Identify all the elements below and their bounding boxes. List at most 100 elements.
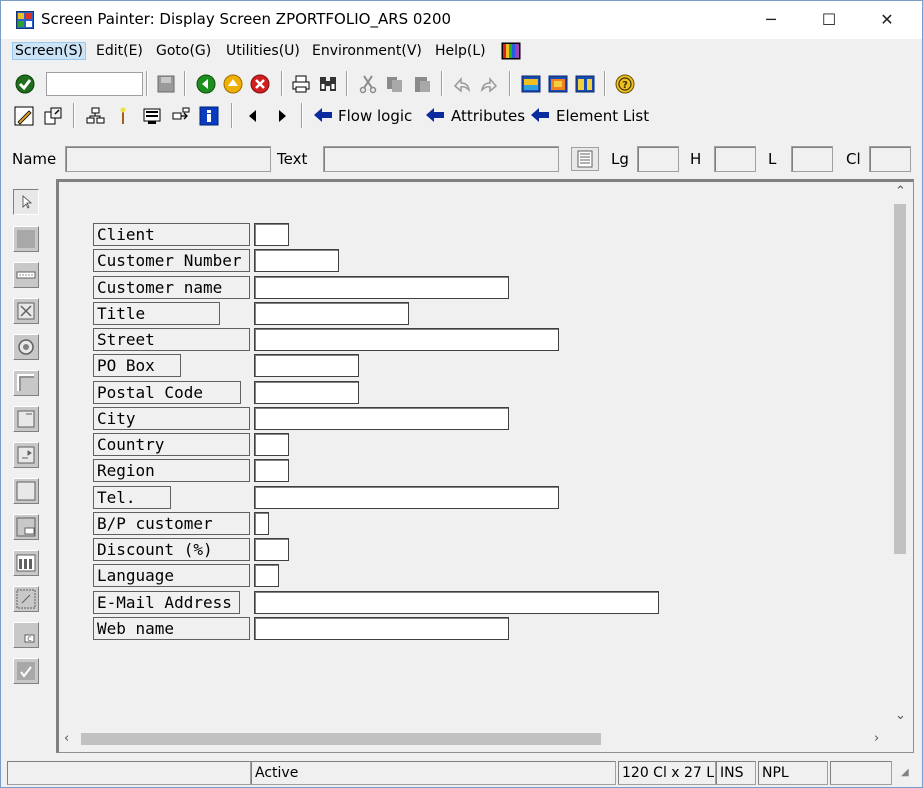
menu-environment[interactable]: Environment(V) <box>312 43 422 59</box>
back-icon[interactable] <box>196 74 216 94</box>
other-object-icon[interactable] <box>43 106 63 126</box>
vertical-scrollbar[interactable]: ⌃ ⌄ <box>889 182 911 726</box>
input-output-field[interactable] <box>254 538 289 561</box>
maximize-button[interactable]: ☐ <box>806 1 852 39</box>
field-label[interactable]: Web name <box>93 617 250 640</box>
help-icon[interactable]: ? <box>615 74 635 94</box>
text-field[interactable] <box>323 146 559 172</box>
checkbox-tool[interactable] <box>13 298 39 324</box>
custom-control-tool[interactable] <box>13 514 39 540</box>
scroll-down-icon[interactable]: ⌄ <box>895 708 906 723</box>
menu-utilities[interactable]: Utilities(U) <box>226 43 300 59</box>
line-field[interactable] <box>791 146 833 172</box>
pointer-tool[interactable] <box>13 189 39 215</box>
horizontal-scrollbar[interactable]: ‹ › <box>59 728 889 750</box>
field-label[interactable]: Country <box>93 433 250 456</box>
tabstrip-tool[interactable] <box>13 478 39 504</box>
print-icon[interactable] <box>291 74 311 94</box>
enter-check-icon[interactable] <box>15 74 35 94</box>
resize-grip-icon[interactable]: ◢ <box>901 767 909 778</box>
input-output-field[interactable] <box>254 223 289 246</box>
field-label[interactable]: E-Mail Address <box>93 591 240 614</box>
create-session-icon[interactable] <box>521 74 541 94</box>
dict-program-fields-icon[interactable] <box>171 106 191 126</box>
find-icon[interactable] <box>318 74 338 94</box>
customize-layout-icon[interactable] <box>501 42 521 60</box>
save-icon[interactable] <box>156 74 176 94</box>
flow-logic-button[interactable]: Flow logic <box>311 99 415 131</box>
scroll-up-icon[interactable]: ⌃ <box>895 184 906 199</box>
minimize-button[interactable]: ─ <box>748 1 794 39</box>
next-icon[interactable] <box>272 106 292 126</box>
table-wizard-tool[interactable] <box>13 586 39 612</box>
field-label[interactable]: Region <box>93 459 250 482</box>
field-label[interactable]: Language <box>93 564 250 587</box>
field-label[interactable]: Title <box>93 302 220 325</box>
menu-screen[interactable]: Screen(S) <box>12 42 86 60</box>
text-editor-icon[interactable] <box>571 147 599 171</box>
menu-goto[interactable]: Goto(G) <box>156 43 211 59</box>
step-loop-tool[interactable] <box>13 550 39 576</box>
copy-icon[interactable] <box>385 74 405 94</box>
height-field[interactable] <box>714 146 756 172</box>
field-label[interactable]: Customer Number <box>93 249 250 272</box>
command-field[interactable] <box>46 72 143 96</box>
field-label[interactable]: PO Box <box>93 354 181 377</box>
field-label[interactable]: Postal Code <box>93 381 241 404</box>
radio-button-tool[interactable] <box>13 334 39 360</box>
horizontal-scroll-thumb[interactable] <box>81 733 601 745</box>
layout-menu-icon[interactable] <box>575 74 595 94</box>
box-tool[interactable] <box>13 370 39 396</box>
field-label[interactable]: Street <box>93 328 250 351</box>
menu-help[interactable]: Help(L) <box>435 43 486 59</box>
input-output-field-tool[interactable] <box>13 262 39 288</box>
display-change-icon[interactable] <box>14 106 34 126</box>
screen-canvas[interactable]: Client Customer Number Customer name Title S… <box>59 182 887 726</box>
input-output-field[interactable] <box>254 486 559 509</box>
hierarchy-icon[interactable] <box>85 106 105 126</box>
input-output-field[interactable] <box>254 433 289 456</box>
table-control-tool[interactable] <box>13 442 39 468</box>
input-output-field[interactable] <box>254 381 359 404</box>
field-label[interactable]: Customer name <box>93 276 250 299</box>
field-label[interactable]: City <box>93 407 250 430</box>
input-output-field[interactable] <box>254 328 559 351</box>
text-field-tool[interactable] <box>13 226 39 252</box>
input-output-field[interactable] <box>254 512 269 535</box>
input-output-field[interactable] <box>254 459 289 482</box>
field-label[interactable]: Client <box>93 223 250 246</box>
input-output-field[interactable] <box>254 354 359 377</box>
length-field[interactable] <box>637 146 679 172</box>
info-icon[interactable] <box>199 106 219 126</box>
input-output-field[interactable] <box>254 276 509 299</box>
scroll-left-icon[interactable]: ‹ <box>64 731 69 746</box>
undo-icon[interactable] <box>452 74 472 94</box>
attributes-button[interactable]: Attributes <box>423 99 525 131</box>
generate-shortcut-icon[interactable] <box>548 74 568 94</box>
input-output-field[interactable] <box>254 249 339 272</box>
exit-icon[interactable] <box>223 74 243 94</box>
field-label[interactable]: Discount (%) <box>93 538 250 561</box>
cut-icon[interactable] <box>358 74 378 94</box>
close-button[interactable]: ✕ <box>864 1 910 39</box>
previous-icon[interactable] <box>243 106 263 126</box>
element-list-button[interactable]: Element List <box>528 99 653 131</box>
redo-icon[interactable] <box>479 74 499 94</box>
menu-edit[interactable]: Edit(E) <box>96 43 143 59</box>
test-screen-icon[interactable] <box>143 106 163 126</box>
column-field[interactable] <box>869 146 911 172</box>
input-output-field[interactable] <box>254 407 509 430</box>
cancel-icon[interactable] <box>250 74 270 94</box>
field-label[interactable]: Tel. <box>93 486 171 509</box>
name-field[interactable] <box>65 146 271 172</box>
scroll-right-icon[interactable]: › <box>874 731 879 746</box>
input-output-field[interactable] <box>254 617 509 640</box>
input-output-field[interactable] <box>254 564 279 587</box>
activate-icon[interactable] <box>113 106 133 126</box>
field-label[interactable]: B/P customer <box>93 512 250 535</box>
subscreen-tool[interactable] <box>13 406 39 432</box>
ok-code-tool[interactable] <box>13 658 39 684</box>
vertical-scroll-thumb[interactable] <box>894 204 906 554</box>
input-output-field[interactable] <box>254 302 409 325</box>
paste-icon[interactable] <box>412 74 432 94</box>
